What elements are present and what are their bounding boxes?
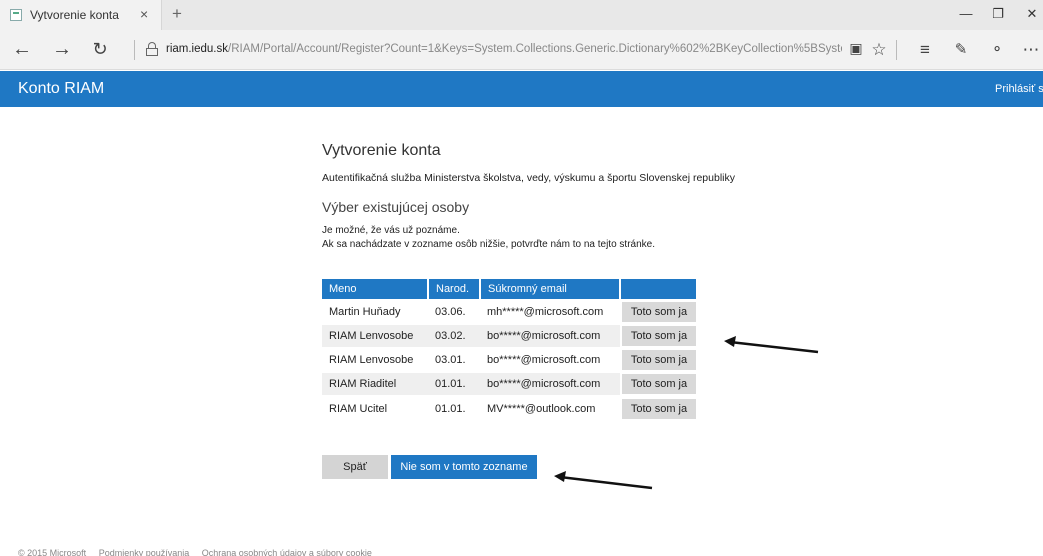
info-text-1: Je možné, že vás už poznáme. bbox=[322, 225, 460, 236]
page-subtitle: Autentifikačná služba Ministerstva škols… bbox=[322, 172, 735, 184]
annotation-arrow-icon bbox=[554, 471, 653, 490]
footer: © 2015 Microsoft Podmienky používania Oc… bbox=[18, 548, 382, 556]
back-button[interactable]: Späť bbox=[322, 455, 388, 479]
share-icon[interactable]: ⚬ bbox=[986, 40, 1008, 58]
table-header-row: Meno Narod. Súkromný email bbox=[322, 279, 696, 300]
page-title: Vytvorenie konta bbox=[322, 142, 441, 159]
column-header-birth: Narod. bbox=[428, 279, 481, 300]
footer-copyright: © 2015 Microsoft bbox=[18, 548, 87, 556]
login-link[interactable]: Prihlásiť s bbox=[995, 83, 1043, 95]
action-cell: Toto som ja bbox=[620, 299, 696, 324]
page-favicon-icon bbox=[10, 9, 22, 21]
this-is-me-button[interactable]: Toto som ja bbox=[622, 398, 696, 419]
annotation-arrow-icon bbox=[724, 336, 819, 354]
table-row: RIAM Ucitel 01.01. MV*****@outlook.com T… bbox=[322, 395, 696, 420]
not-in-list-button[interactable]: Nie som v tomto zozname bbox=[391, 455, 537, 479]
restore-icon[interactable]: ❐ bbox=[988, 6, 1008, 22]
minimize-icon[interactable]: — bbox=[956, 6, 976, 21]
brand-title[interactable]: Konto RIAM bbox=[18, 80, 104, 98]
more-icon[interactable]: ⋯ bbox=[1020, 40, 1042, 60]
url-host: riam.iedu.sk bbox=[166, 43, 228, 55]
person-birth: 01.01. bbox=[428, 395, 480, 420]
this-is-me-button[interactable]: Toto som ja bbox=[622, 302, 696, 322]
url-path: /RIAM/Portal/Account/Register?Count=1&Ke… bbox=[228, 43, 842, 55]
person-name: RIAM Riaditel bbox=[322, 371, 428, 396]
column-header-email: Súkromný email bbox=[480, 279, 621, 300]
person-name: RIAM Lenvosobe bbox=[322, 347, 428, 372]
new-tab-icon[interactable]: + bbox=[172, 4, 182, 24]
window-close-icon[interactable]: ✕ bbox=[1022, 6, 1042, 22]
this-is-me-button[interactable]: Toto som ja bbox=[622, 350, 696, 370]
person-birth: 03.02. bbox=[428, 323, 480, 348]
person-name: RIAM Ucitel bbox=[322, 395, 428, 420]
person-email: MV*****@outlook.com bbox=[480, 395, 620, 420]
column-header-name: Meno bbox=[322, 279, 429, 300]
site-header: Konto RIAM Prihlásiť s bbox=[0, 71, 1043, 107]
info-text-2: Ak sa nachádzate v zozname osôb nižšie, … bbox=[322, 239, 655, 250]
close-tab-icon[interactable]: × bbox=[140, 6, 148, 22]
person-birth: 01.01. bbox=[428, 371, 480, 396]
tab-strip: Vytvorenie konta × + — ❐ ✕ bbox=[0, 0, 1043, 30]
person-email: mh*****@microsoft.com bbox=[480, 299, 620, 324]
footer-terms-link[interactable]: Podmienky používania bbox=[99, 548, 190, 556]
action-cell: Toto som ja bbox=[620, 371, 696, 396]
table-row: RIAM Lenvosobe 03.02. bo*****@microsoft.… bbox=[322, 323, 696, 348]
this-is-me-button[interactable]: Toto som ja bbox=[622, 374, 696, 394]
main-content: Vytvorenie konta Autentifikačná služba M… bbox=[322, 142, 882, 250]
refresh-icon[interactable]: ↻ bbox=[88, 39, 112, 59]
toolbar-separator bbox=[134, 40, 135, 60]
tab-title: Vytvorenie konta bbox=[30, 8, 119, 22]
this-is-me-button[interactable]: Toto som ja bbox=[622, 326, 696, 346]
person-email: bo*****@microsoft.com bbox=[480, 323, 620, 348]
web-note-icon[interactable]: ✎ bbox=[950, 40, 972, 58]
column-header-action bbox=[620, 279, 696, 300]
address-bar: ← → ↻ riam.iedu.sk/RIAM/Portal/Account/R… bbox=[0, 30, 1043, 70]
lock-icon bbox=[146, 42, 158, 56]
persons-table: Meno Narod. Súkromný email Martin Huňady… bbox=[322, 279, 696, 420]
browser-tab[interactable]: Vytvorenie konta × bbox=[0, 0, 162, 30]
hub-icon[interactable]: ≡ bbox=[914, 40, 936, 60]
table-row: RIAM Riaditel 01.01. bo*****@microsoft.c… bbox=[322, 371, 696, 396]
reading-view-icon[interactable]: ▣ bbox=[845, 40, 867, 57]
person-birth: 03.06. bbox=[428, 299, 480, 324]
toolbar-separator bbox=[896, 40, 897, 60]
action-cell: Toto som ja bbox=[620, 395, 696, 420]
back-arrow-icon[interactable]: ← bbox=[10, 39, 34, 59]
person-email: bo*****@microsoft.com bbox=[480, 371, 620, 396]
section-title: Výber existujúcej osoby bbox=[322, 199, 470, 215]
forward-arrow-icon[interactable]: → bbox=[50, 39, 74, 59]
person-email: bo*****@microsoft.com bbox=[480, 347, 620, 372]
table-row: RIAM Lenvosobe 03.01. bo*****@microsoft.… bbox=[322, 347, 696, 372]
url-field[interactable]: riam.iedu.sk/RIAM/Portal/Account/Registe… bbox=[166, 43, 842, 55]
person-name: RIAM Lenvosobe bbox=[322, 323, 428, 348]
action-cell: Toto som ja bbox=[620, 347, 696, 372]
person-birth: 03.01. bbox=[428, 347, 480, 372]
person-name: Martin Huňady bbox=[322, 299, 428, 324]
footer-privacy-link[interactable]: Ochrana osobných údajov a súbory cookie bbox=[202, 548, 372, 556]
favorite-star-icon[interactable]: ☆ bbox=[868, 40, 890, 60]
table-row: Martin Huňady 03.06. mh*****@microsoft.c… bbox=[322, 299, 696, 324]
action-cell: Toto som ja bbox=[620, 323, 696, 348]
